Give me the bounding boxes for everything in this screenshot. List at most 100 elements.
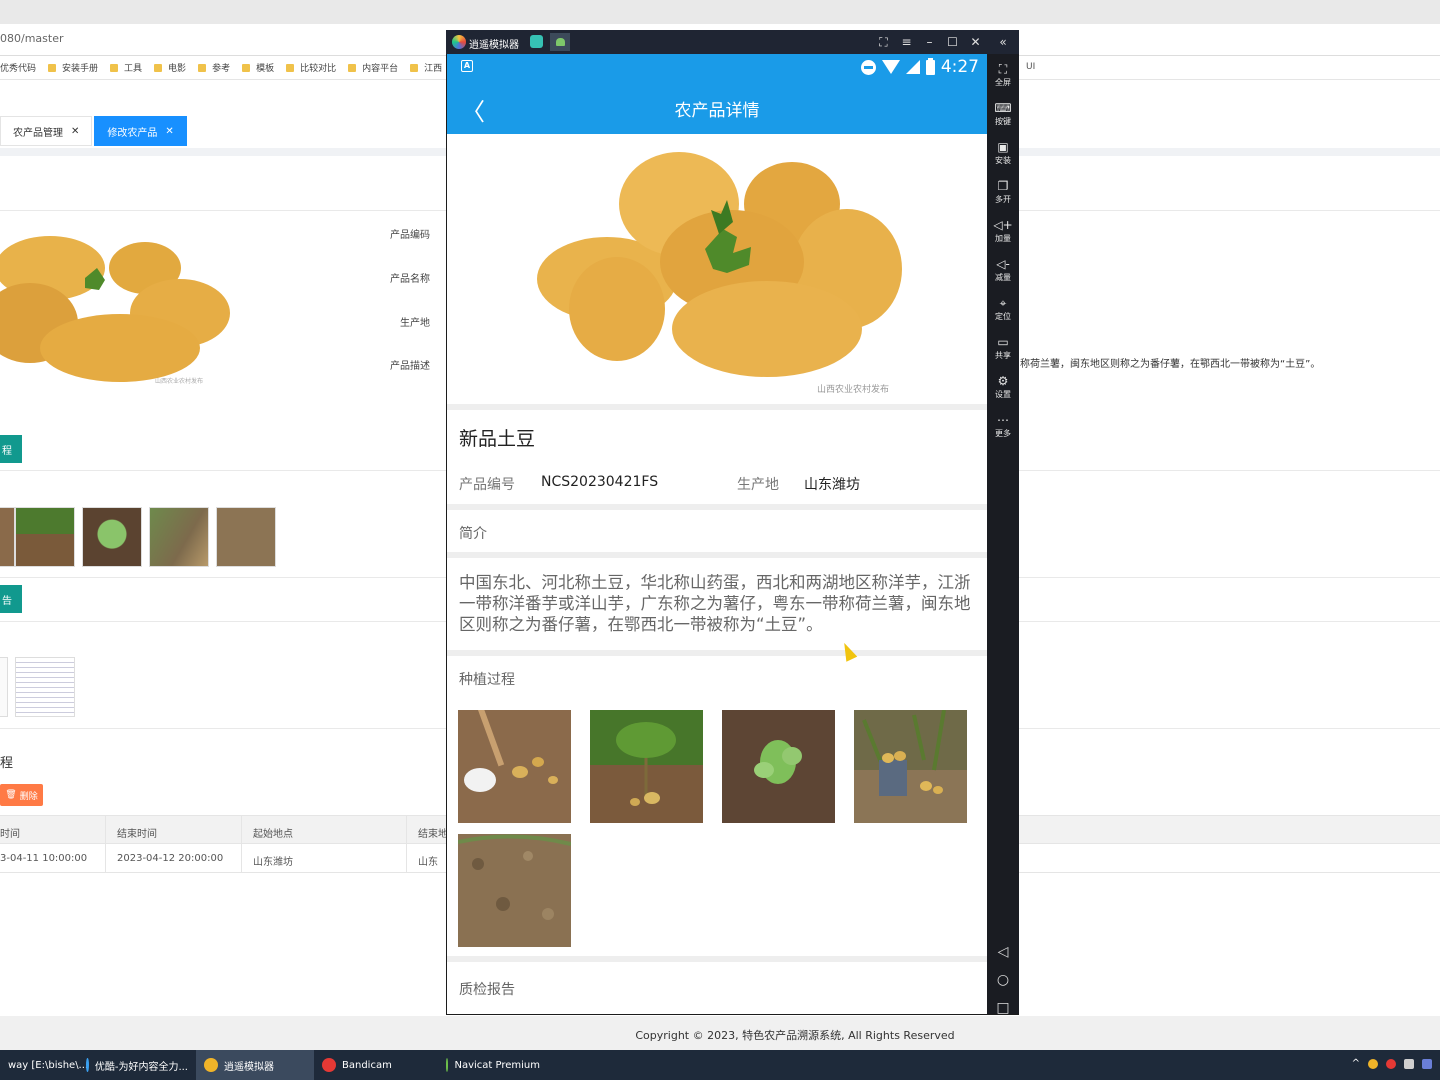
tool-label: 共享 <box>995 351 1011 360</box>
tool-location[interactable]: ⌖ 定位 <box>987 296 1019 322</box>
bookmark-label: 工具 <box>124 64 143 74</box>
process-thumb[interactable] <box>0 507 15 567</box>
process-image[interactable] <box>722 710 835 823</box>
col-divider <box>241 844 242 873</box>
process-thumb[interactable] <box>15 507 75 567</box>
process-thumb[interactable] <box>216 507 276 567</box>
tool-multi-instance[interactable]: ❐ 多开 <box>987 179 1019 205</box>
page-title: 农产品详情 <box>674 101 760 121</box>
bookmark-item[interactable]: 内容平台 <box>348 61 398 74</box>
bookmark-label: 电影 <box>168 64 187 74</box>
product-photo[interactable]: 山西农业农村发布 <box>447 134 987 404</box>
tool-fullscreen[interactable]: ⛶ 全屏 <box>987 62 1019 88</box>
col-header: 起始地点 <box>253 829 293 840</box>
maximize-icon[interactable]: ☐ <box>941 35 964 49</box>
volume-up-icon: ◁+ <box>993 218 1013 232</box>
folder-icon <box>410 63 419 72</box>
product-hero: 山西农业农村发布 <box>447 134 987 404</box>
report-thumb[interactable] <box>15 657 75 717</box>
tool-share[interactable]: ▭ 共享 <box>987 335 1019 361</box>
collapse-sidebar-icon[interactable]: « <box>987 35 1019 49</box>
screenshot-icon[interactable]: ⛶ <box>872 35 895 50</box>
tray-app-icon[interactable] <box>1368 1058 1378 1069</box>
emulator-tab-icon[interactable] <box>530 35 543 48</box>
taskbar-label: way [E:\bishe\... <box>8 1059 89 1071</box>
process-image[interactable] <box>854 710 967 823</box>
intro-header: 简介 <box>447 510 987 552</box>
process-image[interactable] <box>458 834 571 947</box>
tool-more[interactable]: ⋯ 更多 <box>987 413 1019 439</box>
code-label: 产品编号 <box>459 477 515 493</box>
process-image[interactable] <box>590 710 703 823</box>
bookmark-item[interactable]: 参考 <box>198 61 230 74</box>
status-time: 4:27 <box>940 57 979 77</box>
bookmark-item[interactable]: 电影 <box>154 61 186 74</box>
intro-text: 中国东北、河北称土豆，华北称山药蛋，西北和两湖地区称洋芋，江浙一带称洋番芋或洋山… <box>459 573 971 634</box>
chevron-up-icon[interactable]: ^ <box>1352 1058 1360 1069</box>
share-icon: ▭ <box>997 335 1009 349</box>
bookmark-item[interactable]: 安装手册 <box>48 61 98 74</box>
taskbar-item[interactable]: 逍遥模拟器 <box>196 1050 314 1080</box>
copyright-text: Copyright © 2023, 特色农产品溯源系统, All Rights … <box>635 1029 955 1042</box>
bookmark-item[interactable]: 比较对比 <box>286 61 336 74</box>
bookmark-item[interactable]: 模板 <box>242 61 274 74</box>
folder-icon <box>154 63 163 72</box>
tool-settings[interactable]: ⚙ 设置 <box>987 374 1019 400</box>
emulator-window: 逍遥模拟器 ⛶ ≡ – ☐ ✕ « A 4:27 〈 农产品详情 山西农业农村发… <box>446 30 1019 1016</box>
origin-value: 山东潍坊 <box>804 477 860 493</box>
folder-icon <box>48 63 57 72</box>
label-description: 产品描述 <box>390 361 430 372</box>
tool-keymap[interactable]: ⌨ 按键 <box>987 101 1019 127</box>
process-thumb[interactable] <box>82 507 142 567</box>
delete-button[interactable]: 🗑 删除 <box>0 784 43 806</box>
keymap-icon: ⌨ <box>994 101 1012 115</box>
tool-volume-down[interactable]: ◁- 减量 <box>987 257 1019 283</box>
taskbar-item[interactable]: Bandicam <box>314 1050 438 1080</box>
folder-icon <box>198 63 207 72</box>
bookmark-item[interactable]: 优秀代码 <box>0 61 36 74</box>
tool-install[interactable]: ▣ 安装 <box>987 140 1019 166</box>
phone-screen: A 4:27 〈 农产品详情 山西农业农村发布 新品土豆 产品编号 NCS202… <box>447 54 987 1014</box>
col-header: 结束时间 <box>117 829 157 840</box>
tool-volume-up[interactable]: ◁+ 加量 <box>987 218 1019 244</box>
tab-edit-product[interactable]: 修改农产品 ✕ <box>94 116 187 146</box>
menu-icon[interactable]: ≡ <box>895 35 918 49</box>
android-recents-icon[interactable]: □ <box>987 1000 1019 1016</box>
install-icon: ▣ <box>997 140 1009 154</box>
bookmark-item[interactable]: 江西 <box>410 61 442 74</box>
bookmark-label: 模板 <box>256 64 275 74</box>
close-icon[interactable]: ✕ <box>165 126 173 137</box>
bookmark-item[interactable]: 工具 <box>110 61 142 74</box>
process-image[interactable] <box>458 710 571 823</box>
watermark-text: 山西农业农村发布 <box>817 383 889 395</box>
upload-report-button[interactable]: 告 <box>0 585 22 613</box>
close-icon[interactable]: ✕ <box>71 126 79 137</box>
folder-icon <box>286 63 295 72</box>
report-thumb[interactable] <box>0 657 8 717</box>
qc-report-section: 质检报告 <box>447 962 987 1014</box>
minimize-icon[interactable]: – <box>918 35 941 49</box>
app-bar: 〈 农产品详情 <box>447 80 987 134</box>
android-home-icon[interactable]: ○ <box>987 972 1019 988</box>
tab-product-management[interactable]: 农产品管理 ✕ <box>0 116 93 146</box>
tab-label: 修改农产品 <box>107 127 158 139</box>
process-photo-plant <box>590 710 703 823</box>
taskbar-item[interactable]: Navicat Premium <box>438 1050 548 1080</box>
tray-app-icon[interactable] <box>1404 1058 1414 1069</box>
android-back-icon[interactable]: ◁ <box>987 944 1019 960</box>
tab-label: 农产品管理 <box>13 127 63 139</box>
upload-process-button[interactable]: 程 <box>0 435 22 463</box>
taskbar-item[interactable]: 优酷-为好内容全力... <box>78 1050 196 1080</box>
close-icon[interactable]: ✕ <box>964 35 987 49</box>
taskbar-item[interactable]: way [E:\bishe\... <box>0 1050 88 1080</box>
android-tab-icon[interactable] <box>550 33 570 51</box>
delete-label: 删除 <box>19 791 38 802</box>
col-header: 结束地 <box>418 829 448 840</box>
process-thumb[interactable] <box>149 507 209 567</box>
origin-label: 生产地 <box>737 477 779 493</box>
bookmark-fragment[interactable]: UI <box>1026 62 1035 72</box>
address-text: 080/master <box>0 32 64 45</box>
tray-record-icon[interactable] <box>1386 1058 1396 1069</box>
tool-label: 更多 <box>995 429 1011 438</box>
tray-app-icon[interactable] <box>1422 1058 1432 1069</box>
